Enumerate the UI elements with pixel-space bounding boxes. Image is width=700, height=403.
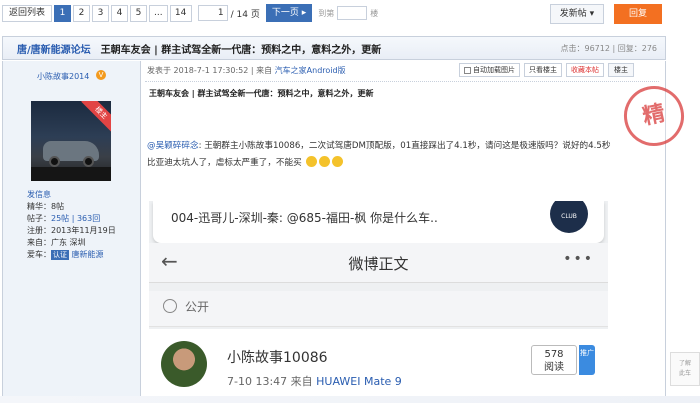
goto-floor-prefix: 到第 [318, 8, 335, 18]
post-text-line2: 比亚迪太坑人了，虐标太严重了，不能买 [147, 158, 302, 168]
info-value[interactable]: 25帖 | 363回 [51, 214, 100, 223]
info-value: 2013年11月19日 [51, 226, 116, 235]
page-1-button[interactable]: 1 [54, 4, 72, 22]
next-page-button[interactable]: 下一页 ▸ [265, 4, 313, 22]
club-logo-icon: CLUB [550, 201, 588, 233]
weibo-title: 微博正文 [348, 255, 409, 273]
page-ellipsis: ... [149, 4, 168, 22]
weibo-username: 小陈故事10086 [227, 350, 328, 366]
post-main: 发表于 2018-7-1 17:30:52 | 来自 汽车之家Android版 … [141, 61, 690, 403]
learn-car-label: 了解 此车 [678, 360, 691, 377]
goto-floor: 到第 楼 [318, 6, 378, 20]
top-toolbar: 返回列表 1 2 3 4 5 ... 14 1 / 14 页 下一页 ▸ 到第 … [0, 0, 700, 30]
read-number: 578 [544, 349, 564, 360]
weibo-header: ← 微博正文 ••• [149, 243, 608, 283]
weibo-time-prefix: 7-10 13:47 来自 [227, 375, 317, 388]
promote-tag: 推广 [579, 345, 595, 375]
reply-button[interactable]: 回复 [614, 4, 662, 24]
emoji-icon [306, 156, 318, 167]
back-to-list-button[interactable]: 返回列表 [2, 4, 53, 22]
embedded-screenshot[interactable]: 004-迅哥儿-深圳-秦: @685-福田-枫 你是什么车.. CLUB ← 微… [149, 201, 608, 403]
avatar-wheel [83, 156, 94, 167]
avatar[interactable]: 楼主 [31, 101, 111, 181]
info-key: 帖子： [27, 214, 51, 223]
info-key: 注册： [27, 226, 51, 235]
floor-label: 楼主 [608, 63, 634, 77]
page-14-button[interactable]: 14 [169, 4, 192, 22]
notification-banner: 004-迅哥儿-深圳-秦: @685-福田-枫 你是什么车.. CLUB [153, 201, 604, 243]
author-only-button[interactable]: 只看楼主 [524, 63, 562, 77]
thread-header: 唐/唐新能源论坛 王朝车友会 | 群主试驾全新一代唐：预料之中，意料之外，更新 … [2, 36, 666, 60]
certified-tag: 认证 [51, 250, 69, 260]
bottom-strip [0, 396, 700, 403]
thread-stats: 点击：96712 | 回复：276 [560, 43, 658, 53]
post-title: 王朝车友会 | 群主试驾全新一代唐：预料之中，意料之外，更新 [149, 89, 374, 98]
page-3-button[interactable]: 3 [92, 4, 110, 22]
post-options: 自动加载图片 只看楼主 收藏本帖 楼主 [459, 63, 634, 77]
verified-badge-icon: V [96, 70, 106, 80]
page-jump: 1 / 14 页 [197, 5, 260, 21]
goto-floor-suffix: 楼 [370, 8, 379, 18]
author-info: 发信息 精华：8帖 帖子：25帖 | 363回 注册：2013年11月19日 来… [27, 189, 116, 261]
post-body: @吴颖碎碎念: 王朝群主小陈故事10086，二次试驾唐DM顶配版，01直接踩出了… [147, 138, 637, 172]
info-value: 广东 深圳 [51, 238, 86, 247]
op-ribbon: 楼主 [81, 101, 111, 133]
author-sidebar: 小陈故事2014 V 楼主 发信息 精华：8帖 帖子：25帖 | 363回 注册… [2, 61, 141, 403]
post-source-link[interactable]: 汽车之家Android版 [275, 66, 346, 75]
page-5-button[interactable]: 5 [130, 4, 148, 22]
mention-link[interactable]: @吴颖碎碎念 [147, 141, 199, 151]
send-message-link[interactable]: 发信息 [27, 190, 51, 199]
checkbox-icon [464, 66, 471, 74]
favorite-button[interactable]: 收藏本帖 [566, 63, 604, 77]
divider [145, 81, 659, 82]
info-key: 来自： [27, 238, 51, 247]
page-total: / 14 页 [230, 9, 260, 20]
post-text-line1: : 王朝群主小陈故事10086，二次试驾唐DM顶配版，01直接踩出了4.1秒，请… [198, 141, 611, 151]
info-key: 精华： [27, 202, 51, 211]
post-date: 发表于 2018-7-1 17:30:52 | 来自 [147, 66, 275, 75]
read-count: 578 阅读 [531, 345, 577, 375]
visibility-row: 公开 [149, 291, 608, 327]
autoload-label: 自动加载图片 [473, 66, 515, 74]
car-label: 爱车： [27, 250, 51, 259]
learn-car-tab[interactable]: 了解 此车 [670, 352, 700, 386]
autoload-images-toggle[interactable]: 自动加载图片 [459, 63, 520, 77]
weibo-card: 小陈故事10086 7-10 13:47 来自 HUAWEI Mate 9 57… [149, 329, 608, 403]
page-2-button[interactable]: 2 [73, 4, 91, 22]
new-post-button[interactable]: 发新帖 ▾ [550, 4, 604, 24]
more-icon: ••• [563, 251, 594, 267]
weibo-device: HUAWEI Mate 9 [316, 375, 402, 388]
pager: 返回列表 1 2 3 4 5 ... 14 1 / 14 页 下一页 ▸ 到第 … [2, 4, 378, 22]
globe-icon [163, 299, 177, 313]
page-number-input[interactable]: 1 [197, 5, 228, 21]
goto-floor-input[interactable] [337, 6, 368, 20]
page-4-button[interactable]: 4 [111, 4, 129, 22]
info-value: 8帖 [51, 202, 65, 211]
post-meta: 发表于 2018-7-1 17:30:52 | 来自 汽车之家Android版 [147, 65, 346, 76]
car-model-link[interactable]: 唐新能源 [72, 250, 104, 259]
read-label: 阅读 [544, 362, 564, 373]
weibo-avatar [161, 341, 207, 387]
emoji-icon [332, 156, 344, 167]
visibility-text: 公开 [185, 300, 210, 314]
thread-title: 王朝车友会 | 群主试驾全新一代唐：预料之中，意料之外，更新 [100, 44, 382, 56]
forum-link[interactable]: 唐/唐新能源论坛 [17, 41, 91, 56]
weibo-time: 7-10 13:47 来自 HUAWEI Mate 9 [227, 373, 402, 389]
avatar-wheel [49, 156, 60, 167]
emoji-icon [319, 156, 331, 167]
author-name[interactable]: 小陈故事2014 [37, 71, 89, 82]
notification-text: 004-迅哥儿-深圳-秦: @685-福田-枫 你是什么车.. [171, 211, 438, 225]
avatar-road [31, 167, 111, 181]
